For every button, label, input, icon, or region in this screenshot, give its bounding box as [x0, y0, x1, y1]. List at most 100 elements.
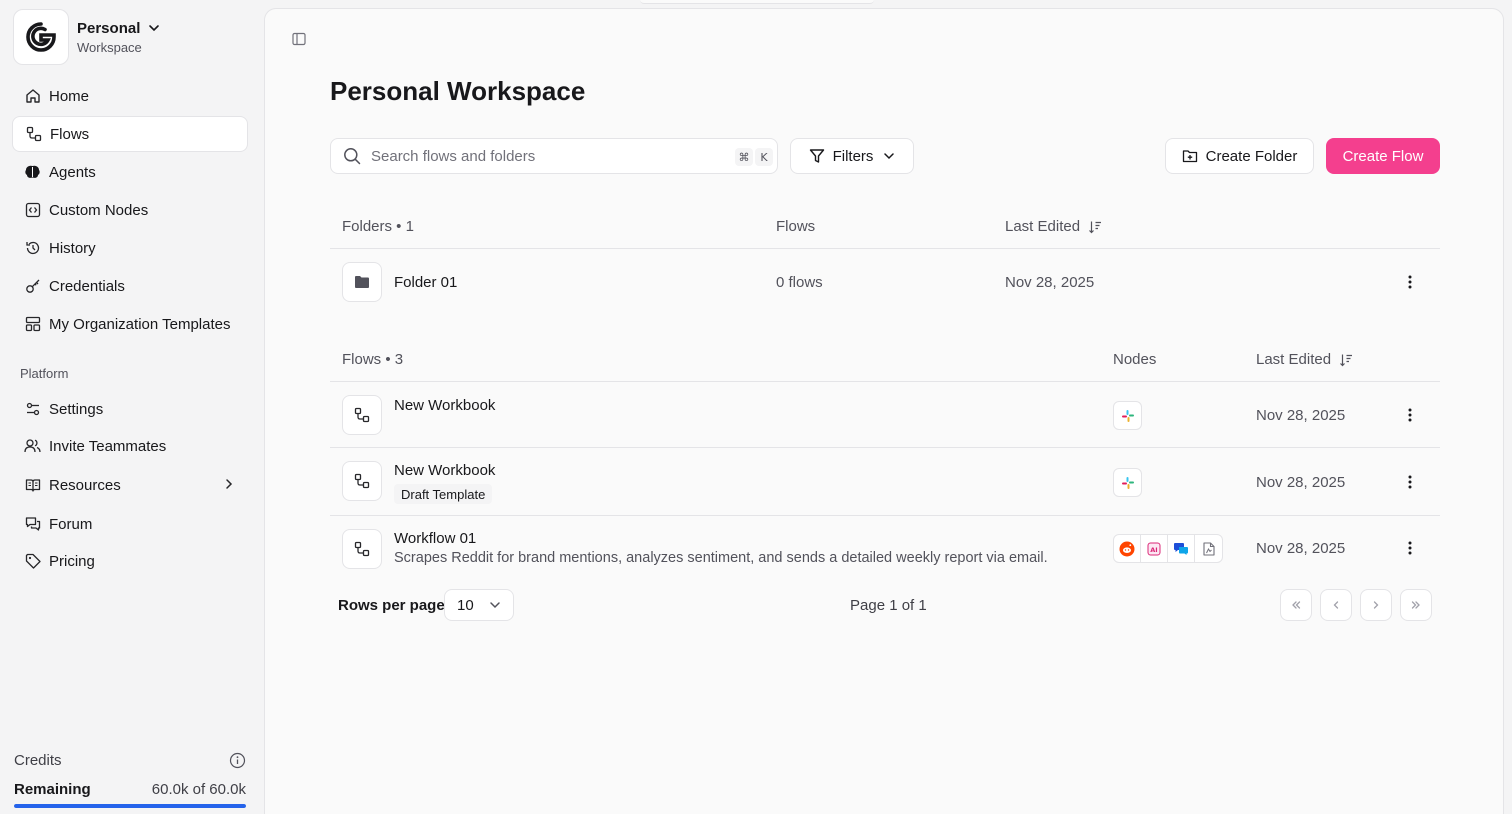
key-icon — [24, 278, 41, 295]
flow-icon — [25, 126, 42, 143]
more-options-icon[interactable] — [1402, 407, 1418, 423]
brain-icon — [24, 164, 41, 181]
pagination: Rows per page 10 Page 1 of 1 — [330, 589, 1440, 621]
home-icon — [24, 88, 41, 105]
credits-panel: Credits Remaining 60.0k of 60.0k — [14, 752, 246, 808]
nav-forum-label: Forum — [49, 515, 93, 533]
nav-resources[interactable]: Resources — [12, 467, 248, 503]
nav-home-label: Home — [49, 87, 90, 105]
shortcut-cmd-key: ⌘ — [735, 148, 753, 166]
nav-org-templates-label: My Organization Templates — [49, 315, 231, 333]
folder-row[interactable]: Folder 01 0 flows Nov 28, 2025 — [330, 250, 1440, 314]
chat-icon — [1168, 535, 1195, 562]
flow-icon — [354, 473, 370, 489]
folder-last-edited: Nov 28, 2025 — [1005, 274, 1095, 291]
chevron-down-icon — [884, 153, 895, 160]
flow-nodes — [1113, 401, 1142, 430]
flows-last-edited-header[interactable]: Last Edited — [1256, 351, 1353, 368]
flow-row[interactable]: New Workbook Draft Template Nov 28, 2025 — [330, 448, 1440, 516]
flows-nodes-header: Nodes — [1113, 351, 1157, 368]
more-options-icon[interactable] — [1402, 274, 1418, 290]
previous-page-button[interactable] — [1320, 589, 1352, 621]
nav-custom-nodes-label: Custom Nodes — [49, 201, 149, 219]
flow-name: Workflow 01 — [394, 530, 477, 547]
sidebar-toggle-icon[interactable] — [292, 32, 306, 46]
top-drag-handle — [640, 0, 874, 4]
template-icon — [24, 316, 41, 333]
chevrons-left-icon — [1292, 601, 1301, 609]
flow-icon-box — [342, 395, 382, 435]
nav-pricing-label: Pricing — [49, 552, 95, 570]
chevrons-right-icon — [1411, 601, 1420, 609]
sidebar: Personal Workspace Home Flows Agents Cus… — [0, 0, 264, 814]
chevron-left-icon — [1333, 601, 1339, 609]
nav-agents[interactable]: Agents — [12, 154, 248, 190]
code-box-icon — [24, 202, 41, 219]
platform-section-label: Platform — [20, 366, 69, 381]
flow-last-edited: Nov 28, 2025 — [1256, 540, 1346, 557]
folders-flows-header: Flows — [776, 218, 816, 235]
flow-row[interactable]: Workflow 01 Scrapes Reddit for brand men… — [330, 516, 1440, 580]
flow-icon-box — [342, 529, 382, 569]
nav-invite[interactable]: Invite Teammates — [12, 428, 248, 464]
search-box[interactable]: ⌘ K — [330, 138, 778, 174]
slack-icon — [1114, 469, 1141, 496]
create-folder-button[interactable]: Create Folder — [1165, 138, 1314, 174]
workspace-switcher[interactable]: Personal Workspace — [13, 9, 160, 65]
filters-button[interactable]: Filters — [790, 138, 914, 174]
sort-icon — [1089, 221, 1102, 233]
rows-per-page-label: Rows per page — [338, 597, 445, 614]
credits-remaining-value: 60.0k of 60.0k — [151, 781, 246, 798]
main-panel: Personal Workspace ⌘ K Filters Create Fo… — [264, 8, 1504, 814]
search-input[interactable] — [371, 147, 711, 165]
folders-last-edited-header[interactable]: Last Edited — [1005, 218, 1102, 235]
info-icon[interactable] — [229, 752, 246, 769]
flow-icon-box — [342, 461, 382, 501]
flow-icon — [354, 407, 370, 423]
flows-count-header: Flows • 3 — [342, 351, 404, 368]
page-info: Page 1 of 1 — [850, 597, 927, 614]
nav-flows[interactable]: Flows — [12, 116, 248, 152]
nav-custom-nodes[interactable]: Custom Nodes — [12, 192, 248, 228]
folder-name: Folder 01 — [394, 274, 458, 291]
folder-plus-icon — [1182, 150, 1197, 163]
search-icon — [344, 148, 361, 165]
more-options-icon[interactable] — [1402, 474, 1418, 490]
flow-row[interactable]: New Workbook Nov 28, 2025 — [330, 383, 1440, 448]
document-icon — [1195, 535, 1222, 562]
nav-settings-label: Settings — [49, 400, 104, 418]
filters-label: Filters — [832, 147, 874, 165]
settings-sliders-icon — [24, 401, 41, 418]
nav-credentials-label: Credentials — [49, 277, 125, 295]
nav-history[interactable]: History — [12, 230, 248, 266]
draft-template-badge: Draft Template — [394, 484, 493, 504]
rows-per-page-select[interactable]: 10 — [444, 589, 514, 621]
nav-settings[interactable]: Settings — [12, 391, 248, 427]
book-icon — [24, 477, 41, 494]
logo-icon — [26, 22, 56, 52]
nav-pricing[interactable]: Pricing — [12, 543, 248, 579]
svg-text:AI: AI — [1150, 545, 1157, 553]
flow-nodes — [1113, 468, 1142, 497]
credits-label: Credits — [14, 752, 62, 769]
nav-credentials[interactable]: Credentials — [12, 268, 248, 304]
credits-remaining-label: Remaining — [14, 781, 91, 798]
create-flow-button[interactable]: Create Flow — [1326, 138, 1440, 174]
folder-icon-box — [342, 262, 382, 302]
forum-icon — [24, 516, 41, 533]
sort-icon — [1340, 354, 1353, 366]
credits-progress-bar — [14, 804, 246, 808]
more-options-icon[interactable] — [1402, 540, 1418, 556]
workspace-name: Personal — [77, 19, 141, 37]
flow-last-edited: Nov 28, 2025 — [1256, 407, 1346, 424]
nav-forum[interactable]: Forum — [12, 506, 248, 542]
flow-name: New Workbook — [394, 462, 496, 479]
next-page-button[interactable] — [1360, 589, 1392, 621]
credits-progress-fill — [14, 804, 246, 808]
folder-icon — [355, 276, 369, 288]
nav-home[interactable]: Home — [12, 78, 248, 114]
first-page-button[interactable] — [1280, 589, 1312, 621]
last-page-button[interactable] — [1400, 589, 1432, 621]
nav-org-templates[interactable]: My Organization Templates — [12, 306, 248, 342]
chevron-down-icon — [490, 602, 500, 609]
